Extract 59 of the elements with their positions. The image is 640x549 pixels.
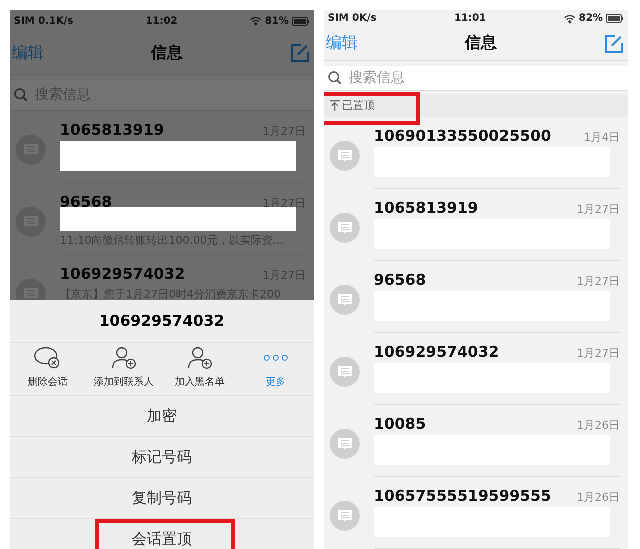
battery-percent: 82% bbox=[579, 13, 603, 24]
menu-item[interactable]: 加密 bbox=[127, 396, 197, 436]
sender-number: 96568 bbox=[60, 193, 112, 211]
message-avatar-icon bbox=[330, 357, 360, 387]
message-avatar-icon bbox=[330, 141, 360, 171]
sheet-title: 106929574032 bbox=[10, 300, 314, 343]
sender-number: 106929574032 bbox=[60, 265, 186, 283]
message-date: 1月27日 bbox=[577, 346, 620, 361]
sender-number: 106929574032 bbox=[374, 343, 500, 361]
message-date: 1月4日 bbox=[584, 130, 620, 145]
message-avatar-icon bbox=[330, 429, 360, 459]
menu-item[interactable]: 会话置顶 bbox=[112, 519, 212, 549]
message-avatar-icon bbox=[330, 501, 360, 531]
carrier-text: SIM 0K/s bbox=[328, 13, 377, 24]
pinned-label: 已置顶 bbox=[342, 98, 375, 113]
sender-number: 1065813919 bbox=[374, 199, 478, 217]
chat-delete-icon bbox=[34, 346, 62, 370]
wifi-icon bbox=[250, 16, 262, 26]
wifi-icon bbox=[564, 14, 576, 24]
sender-number: 10085 bbox=[374, 415, 426, 433]
message-date: 1月27日 bbox=[577, 202, 620, 217]
menu-item[interactable]: 标记号码 bbox=[112, 437, 212, 477]
pin-top-icon bbox=[330, 100, 340, 111]
action-button[interactable]: 删除会话 bbox=[10, 343, 86, 395]
screen-title: 信息 bbox=[151, 42, 183, 64]
battery-icon bbox=[292, 16, 310, 26]
message-date: 1月27日 bbox=[577, 274, 620, 289]
message-avatar-icon bbox=[330, 213, 360, 243]
conversation-item[interactable]: 106929574032 1月27日 bbox=[324, 333, 628, 405]
search-icon bbox=[14, 88, 28, 102]
search-icon bbox=[328, 70, 342, 85]
message-avatar-icon bbox=[330, 285, 360, 315]
sender-number: 1065813919 bbox=[60, 121, 164, 139]
conversation-item[interactable]: 96568 1月27日 bbox=[324, 261, 628, 333]
compose-icon[interactable] bbox=[290, 43, 310, 63]
action-button[interactable]: 添加到联系人 bbox=[86, 343, 162, 395]
conversation-item[interactable]: 10085 1月26日 bbox=[324, 405, 628, 477]
message-date: 1月26日 bbox=[577, 490, 620, 505]
person-add-icon bbox=[111, 346, 137, 370]
clock-text: 11:01 bbox=[454, 13, 486, 24]
search-input[interactable]: 搜索信息 bbox=[347, 68, 624, 87]
message-date: 1月26日 bbox=[577, 418, 620, 433]
screen-title: 信息 bbox=[465, 33, 497, 54]
conversation-item[interactable]: 1065813919 1月27日 bbox=[324, 189, 628, 261]
carrier-text: SIM 0.1K/s bbox=[14, 16, 74, 26]
compose-icon[interactable] bbox=[604, 34, 624, 54]
conversation-item[interactable]: 10657555519599555 1月26日 bbox=[324, 477, 628, 549]
action-button[interactable]: 加入黑名单 bbox=[162, 343, 238, 395]
menu-item[interactable]: 复制号码 bbox=[112, 478, 212, 518]
search-field[interactable]: 搜索信息 bbox=[324, 66, 628, 91]
person-add-icon bbox=[187, 346, 213, 370]
sender-number: 10690133550025500 bbox=[374, 127, 552, 145]
sender-number: 10657555519599555 bbox=[374, 487, 552, 505]
conversation-item[interactable]: 10690133550025500 1月4日 bbox=[324, 117, 628, 189]
battery-icon bbox=[606, 14, 624, 24]
battery-percent: 81% bbox=[265, 16, 289, 26]
more-icon bbox=[263, 354, 289, 362]
sender-number: 96568 bbox=[374, 271, 426, 289]
clock-text: 11:02 bbox=[146, 16, 178, 26]
